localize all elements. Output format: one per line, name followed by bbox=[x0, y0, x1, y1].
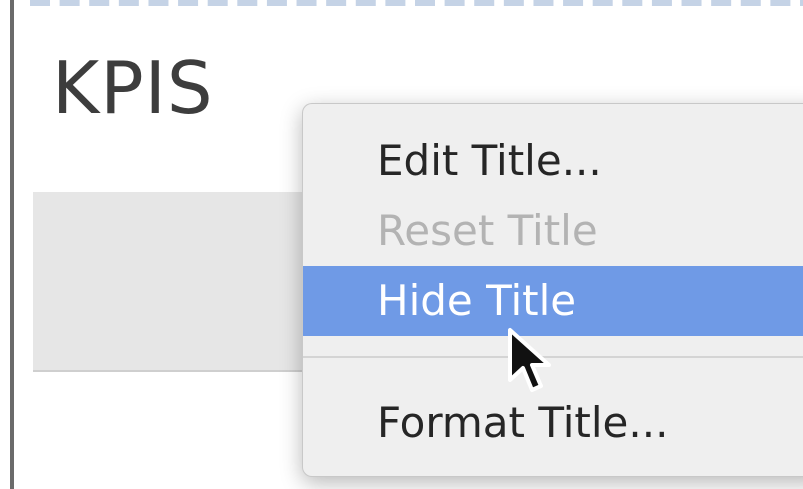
selection-dashed-border bbox=[30, 0, 803, 6]
pane-left-edge bbox=[10, 0, 14, 489]
menu-item-format-title[interactable]: Format Title... bbox=[303, 388, 803, 458]
arrow-pointer-icon bbox=[508, 328, 551, 392]
menu-item-edit-title[interactable]: Edit Title... bbox=[303, 126, 803, 196]
context-menu: Edit Title... Reset Title Hide Title For… bbox=[302, 103, 803, 477]
page-title[interactable]: KPIS bbox=[52, 52, 214, 124]
canvas: KPIS Edit Title... Reset Title Hide Titl… bbox=[0, 0, 803, 489]
menu-item-reset-title: Reset Title bbox=[377, 206, 598, 255]
